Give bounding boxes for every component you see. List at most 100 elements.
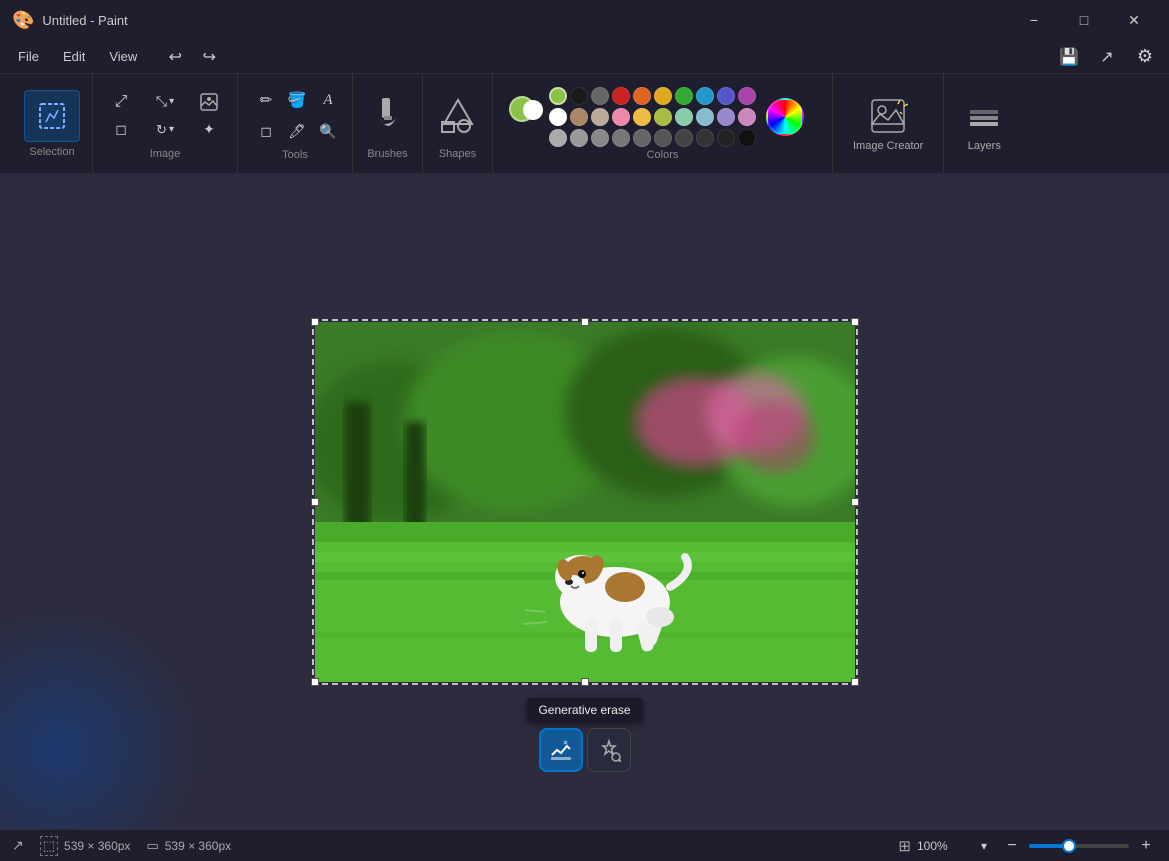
settings-button[interactable]: ⚙ [1129,43,1161,71]
resize-icon: ⤡ [156,93,167,110]
swatch-23[interactable] [591,129,609,147]
erase-button[interactable]: ◻ [105,116,137,144]
swatch-4[interactable] [612,87,630,105]
resize-button[interactable]: ⤡ ▾ [141,88,189,116]
swatch-21[interactable] [549,129,567,147]
selection-handle-mr[interactable] [851,498,859,506]
swatch-24[interactable] [612,129,630,147]
swatch-9[interactable] [717,87,735,105]
window-controls: − □ ✕ [1011,4,1157,36]
swatch-5[interactable] [633,87,651,105]
swatch-8[interactable] [696,87,714,105]
selection-button[interactable] [24,90,80,142]
canvas-icon: ⊞ [898,837,911,855]
pencil-button[interactable]: ✏ [250,86,282,114]
brushes-button[interactable] [366,88,410,144]
save-button[interactable]: 💾 [1053,43,1085,71]
swatch-14[interactable] [612,108,630,126]
colors-group: Colors [493,74,833,173]
selection-handle-tr[interactable] [851,318,859,326]
swatch-3[interactable] [591,87,609,105]
generative-erase-button[interactable] [539,728,583,772]
menu-file[interactable]: File [8,45,49,68]
swatch-1[interactable] [549,87,567,105]
zoom-slider-thumb [1062,839,1076,853]
tools-label: Tools [282,149,308,161]
zoom-in-button[interactable]: + [1135,835,1157,857]
color-picker-wheel[interactable] [766,98,804,136]
undo-button[interactable]: ↩ [159,43,191,71]
image-action-button[interactable] [193,88,225,116]
swatch-18[interactable] [696,108,714,126]
app-icon: 🎨 [12,10,34,31]
eraser-tool-button[interactable]: ◻ [250,117,282,145]
image-row-2: ◻ ↻ ▾ ✦ [105,116,225,144]
selection-handle-br[interactable] [851,678,859,686]
magic-select-button[interactable] [587,728,631,772]
swatch-row-1 [549,87,756,105]
swatch-30[interactable] [738,129,756,147]
text-button[interactable]: A [312,86,344,114]
background-color[interactable] [523,100,543,120]
canvas-image-wrapper: Generative erase [315,322,855,682]
swatch-16[interactable] [654,108,672,126]
zoom-tool-button[interactable]: 🔍 [312,117,344,145]
gen-fill-button[interactable]: ✦ [193,116,225,144]
swatch-2[interactable] [570,87,588,105]
rotate-icon: ↻ [156,122,167,138]
fill-button[interactable]: 🪣 [281,86,313,114]
cursor-indicator: ↗ [12,837,24,854]
image-label: Image [150,148,181,160]
selection-handle-tc[interactable] [581,318,589,326]
selection-handle-ml[interactable] [311,498,319,506]
rotate-button[interactable]: ↻ ▾ [141,116,189,144]
swatch-6[interactable] [654,87,672,105]
close-button[interactable]: ✕ [1111,4,1157,36]
minimize-button[interactable]: − [1011,4,1057,36]
swatch-20[interactable] [738,108,756,126]
brushes-group: Brushes [353,74,423,173]
swatch-row-3 [549,129,756,147]
image-creator-button[interactable]: Image Creator [845,88,931,160]
swatch-7[interactable] [675,87,693,105]
selection-handle-bc[interactable] [581,678,589,686]
swatch-19[interactable] [717,108,735,126]
menu-view[interactable]: View [99,45,147,68]
redo-button[interactable]: ↪ [193,43,225,71]
tools-grid: ✏ 🪣 A ◻ 🖊 🔍 [250,86,340,145]
zoom-dropdown-button[interactable]: ▾ [973,835,995,857]
share-button[interactable]: ↗ [1091,43,1123,71]
swatch-22[interactable] [570,129,588,147]
swatch-26[interactable] [654,129,672,147]
selection-size-icon: ⬚ [40,836,58,856]
swatch-13[interactable] [591,108,609,126]
selection-handle-tl[interactable] [311,318,319,326]
menu-edit[interactable]: Edit [53,45,95,68]
zoom-slider[interactable] [1029,844,1129,848]
zoom-out-button[interactable]: − [1001,835,1023,857]
maximize-button[interactable]: □ [1061,4,1107,36]
selection-handle-bl[interactable] [311,678,319,686]
swatch-15[interactable] [633,108,651,126]
canvas-image [315,322,855,682]
swatch-29[interactable] [717,129,735,147]
swatch-27[interactable] [675,129,693,147]
window-title: Untitled - Paint [42,13,1011,28]
swatch-17[interactable] [675,108,693,126]
image-creator-icon [868,96,908,136]
image-row-1: ⤢ ⤡ ▾ [105,88,225,116]
image-action-bar: Generative erase [526,698,642,772]
swatch-10[interactable] [738,87,756,105]
color-picker-tool-button[interactable]: 🖊 [281,117,313,145]
swatch-12[interactable] [570,108,588,126]
tools-group: ✏ 🪣 A ◻ 🖊 🔍 Tools [238,74,353,173]
resize-arrow: ▾ [169,96,174,107]
swatch-11[interactable] [549,108,567,126]
layers-button[interactable]: Layers [956,88,1012,160]
shapes-button[interactable] [436,88,480,144]
swatch-25[interactable] [633,129,651,147]
image-size-value: 539 × 360px [165,839,231,853]
crop-button[interactable]: ⤢ [105,88,137,116]
brushes-label: Brushes [367,148,407,160]
swatch-28[interactable] [696,129,714,147]
